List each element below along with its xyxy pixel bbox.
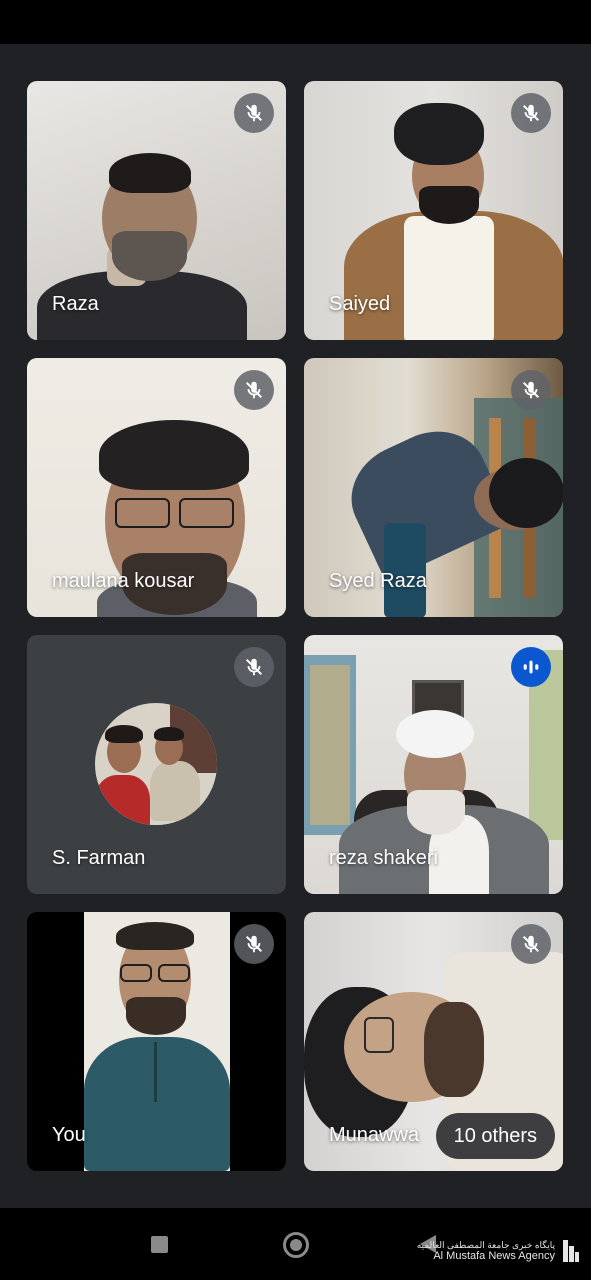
watermark-arabic: پایگاه خبری جامعة المصطفی العالمیه	[416, 1239, 555, 1250]
avatar	[95, 703, 217, 825]
agency-logo-icon	[563, 1240, 579, 1262]
participant-tile[interactable]: reza shakeri	[304, 635, 563, 894]
participant-name: reza shakeri	[329, 847, 438, 869]
participant-tile[interactable]: maulana kousar	[27, 358, 286, 617]
mic-off-icon	[511, 93, 551, 133]
participant-tile[interactable]: S. Farman	[27, 635, 286, 894]
mic-off-icon	[234, 924, 274, 964]
watermark-english: Al Mustafa News Agency	[433, 1249, 555, 1262]
participant-tile[interactable]: Raza	[27, 81, 286, 340]
participant-tile[interactable]: Munawwa 10 others	[304, 912, 563, 1171]
mic-off-icon	[511, 370, 551, 410]
participant-name: Syed Raza	[329, 570, 427, 592]
mic-off-icon	[234, 93, 274, 133]
watermark: پایگاه خبری جامعة المصطفی العالمیه Al Mu…	[417, 1238, 581, 1264]
status-bar	[0, 0, 591, 44]
participant-name: You	[52, 1124, 86, 1146]
mic-off-icon	[511, 924, 551, 964]
mic-off-icon	[234, 647, 274, 687]
participant-tile[interactable]: Syed Raza	[304, 358, 563, 617]
participant-name: Raza	[52, 293, 99, 315]
audio-level-icon	[511, 647, 551, 687]
mic-off-icon	[234, 370, 274, 410]
participant-name: Saiyed	[329, 293, 391, 315]
participant-video	[84, 912, 230, 1171]
participant-name: maulana kousar	[52, 570, 195, 592]
participant-name: S. Farman	[52, 847, 146, 869]
participant-tile[interactable]: Saiyed	[304, 81, 563, 340]
participant-name: Munawwa	[329, 1124, 420, 1146]
participant-grid: Raza Saiyed maulana kousar Syed Raza S. …	[27, 81, 563, 1171]
circle-icon[interactable]	[283, 1232, 309, 1258]
square-icon[interactable]	[151, 1236, 168, 1253]
participant-tile[interactable]: You	[27, 912, 286, 1171]
others-button[interactable]: 10 others	[435, 1113, 555, 1159]
